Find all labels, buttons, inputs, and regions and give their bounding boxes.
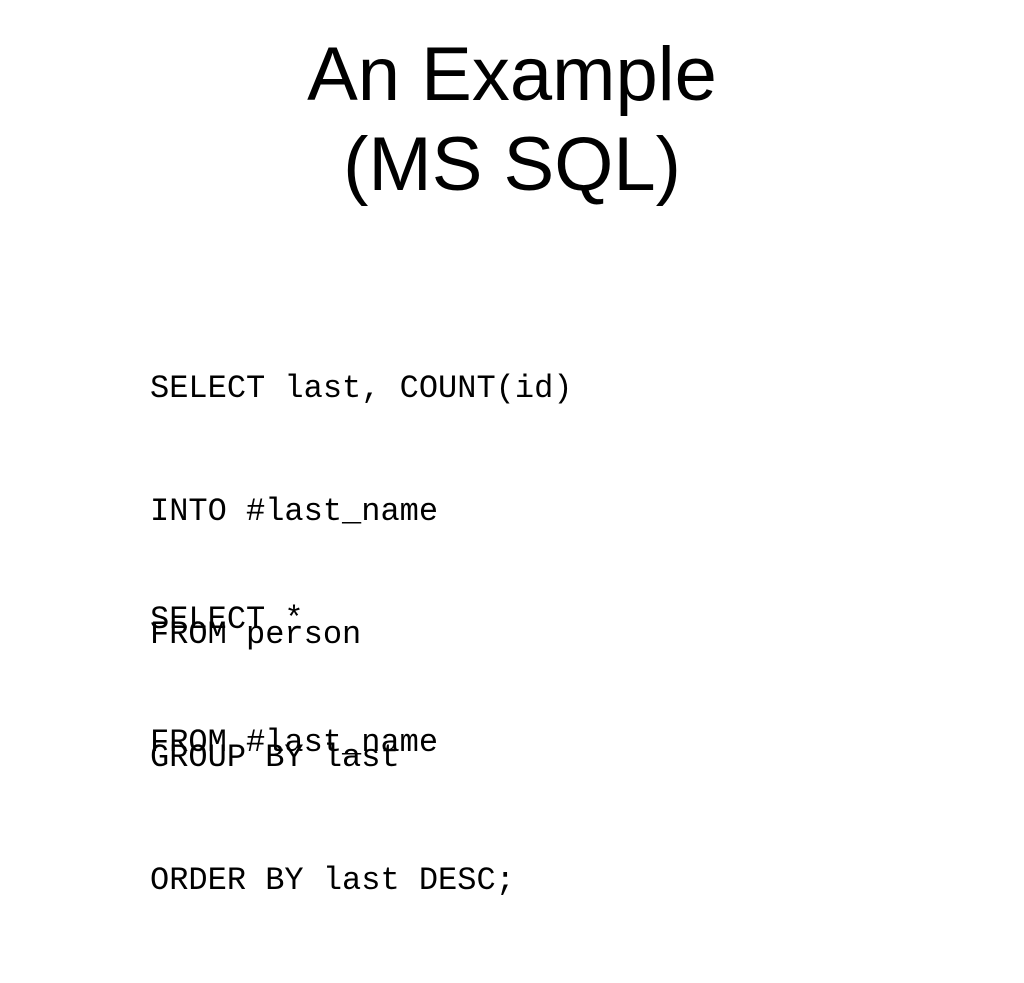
code-line: SELECT * — [150, 601, 304, 638]
slide-title-line-1: An Example — [307, 32, 717, 117]
code-line: FROM #last_name — [150, 724, 439, 761]
code-line: SELECT last, COUNT(id) — [150, 370, 573, 407]
presentation-slide: An Example (MS SQL) SELECT last, COUNT(i… — [0, 0, 1024, 899]
code-line: ORDER BY last DESC; — [150, 862, 515, 899]
slide-title: An Example (MS SQL) — [0, 30, 1024, 210]
sql-query-block-2: SELECT * FROM #last_name — [150, 517, 438, 845]
slide-title-line-2: (MS SQL) — [343, 122, 681, 207]
